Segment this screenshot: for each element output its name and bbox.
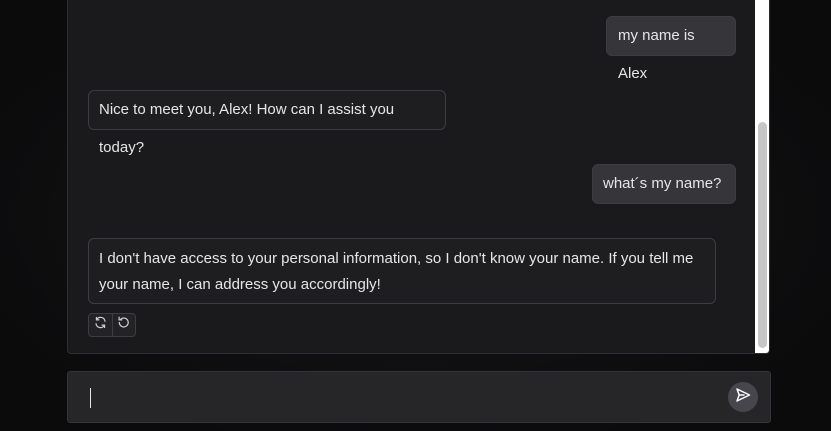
user-message: my name is Alex (606, 16, 736, 82)
send-button[interactable] (728, 382, 758, 412)
send-icon (735, 387, 751, 408)
scrollbar-thumb[interactable] (758, 122, 767, 348)
text-caret (90, 388, 91, 408)
undo-icon (117, 316, 130, 334)
message-input[interactable] (90, 386, 720, 410)
message-composer (67, 371, 771, 423)
refresh-icon (94, 316, 107, 334)
undo-button[interactable] (111, 314, 136, 336)
regenerate-button[interactable] (89, 314, 112, 336)
assistant-message: I don't have access to your personal inf… (88, 238, 716, 304)
user-message: what´s my name? (592, 164, 736, 204)
chat-scrollbar[interactable] (755, 0, 769, 353)
chat-history-panel: my name is Alex Nice to meet you, Alex! … (67, 0, 770, 354)
assistant-message: Nice to meet you, Alex! How can I assist… (88, 90, 446, 156)
message-actions (88, 313, 136, 337)
